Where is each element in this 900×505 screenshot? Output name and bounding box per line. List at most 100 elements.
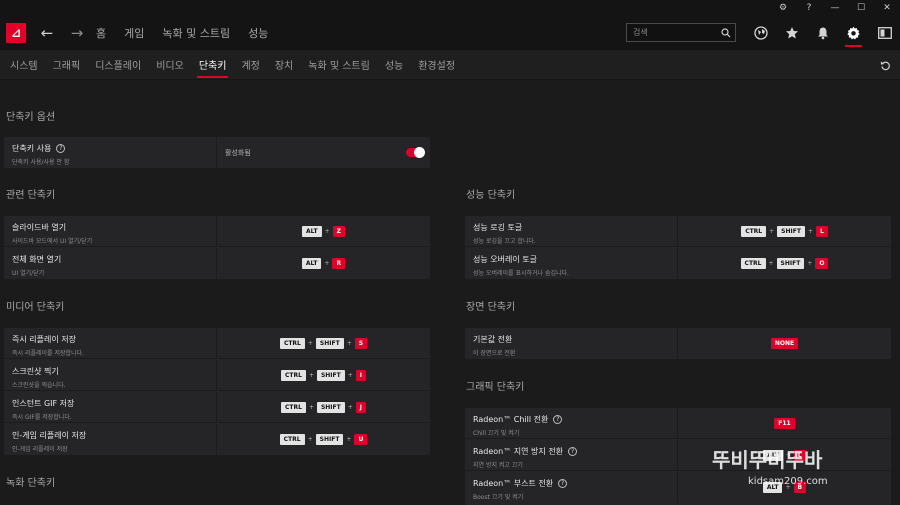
key-cap: U (354, 434, 368, 445)
hotkey-row: 인-게임 리플레이 저장 인-게임 리플레이 저장 CTRL + SHIFT + U (4, 424, 430, 455)
key-cap: R (332, 258, 346, 269)
hotkey-desc: 스크린샷을 찍습니다. (12, 382, 66, 389)
tab-performance[interactable]: 성능 (385, 50, 403, 80)
reset-icon[interactable] (878, 58, 892, 72)
hotkey-combo-button[interactable]: CTRL + SHIFT + I (217, 360, 430, 390)
globe-icon[interactable] (745, 16, 776, 50)
key-cap: ALT (301, 258, 322, 269)
related-card: 슬라이드바 열기 사이드바 모드에서 UI 열기/닫기 ALT + Z 전체 화면 … (4, 216, 430, 279)
tab-system[interactable]: 시스템 (10, 50, 38, 80)
hotkey-desc: 즉시 리플레이를 저장합니다. (12, 350, 84, 357)
performance-card: 성능 로깅 토글 성능 로깅을 끄고 합니다. CTRL + SHIFT + L 성능 … (465, 216, 891, 279)
hotkey-label: 성능 로깅 토글 (473, 223, 523, 232)
hotkey-label: Radeon™ 부스트 전환 (473, 479, 554, 488)
hotkey-label: Radeon™ 지연 방지 전환 (473, 447, 564, 456)
key-cap: S (354, 337, 368, 349)
key-cap: CTRL (280, 369, 306, 381)
hotkey-row: 즉시 리플레이 저장 즉시 리플레이를 저장합니다. CTRL + SHIFT + S (4, 328, 430, 359)
hotkey-desc: 성능 로깅을 끄고 합니다. (473, 238, 536, 245)
key-cap: CTRL (741, 225, 767, 237)
minimize-button[interactable]: — (822, 0, 848, 16)
nav-performance[interactable]: 성능 (248, 25, 268, 41)
key-cap: I (355, 369, 367, 381)
key-cap: L (815, 225, 828, 237)
bell-icon[interactable] (807, 16, 838, 50)
nav-record-stream[interactable]: 녹화 및 스트림 (162, 25, 230, 41)
hotkey-desc: 즉시 GIF를 저장합니다. (12, 414, 72, 421)
back-arrow-icon[interactable]: ← (32, 16, 62, 50)
hotkey-row: 성능 로깅 토글 성능 로깅을 끄고 합니다. CTRL + SHIFT + L (465, 216, 891, 247)
hotkey-row: 스크린샷 찍기 스크린샷을 찍습니다. CTRL + SHIFT + I (4, 360, 430, 391)
key-cap: SHIFT (776, 258, 805, 269)
amd-logo[interactable]: ⊿ (0, 16, 32, 50)
help-icon[interactable]: ? (56, 144, 66, 153)
hotkey-label: 성능 오버레이 토글 (473, 255, 537, 264)
tab-graphics[interactable]: 그래픽 (53, 50, 81, 80)
hotkey-label: Radeon™ Chill 전환 (473, 415, 549, 424)
hotkey-desc: 인-게임 리플레이 저장 (12, 446, 68, 453)
help-icon[interactable]: ? (568, 447, 578, 456)
hotkey-desc: 성능 오버레이를 표시하거나 숨깁니다. (473, 270, 569, 277)
section-title-related: 관련 단축키 (6, 190, 56, 201)
tab-display[interactable]: 디스플레이 (95, 50, 141, 80)
hotkey-combo-button[interactable]: NONE (678, 328, 891, 359)
help-icon[interactable]: ? (553, 415, 563, 424)
hotkey-row: 기본값 전환 이 장면으로 전환 NONE (465, 328, 891, 359)
hotkey-row: 성능 오버레이 토글 성능 오버레이를 표시하거나 숨깁니다. CTRL + SHI… (465, 248, 891, 279)
hotkey-desc: UI 열기/닫기 (12, 270, 45, 277)
key-cap: SHIFT (316, 369, 345, 381)
hotkey-row: 인스턴트 GIF 저장 즉시 GIF를 저장합니다. CTRL + SHIFT + J (4, 392, 430, 423)
hotkey-combo-button[interactable]: CTRL + SHIFT + J (217, 392, 430, 422)
key-cap: CTRL (280, 401, 306, 413)
help-icon[interactable]: ? (796, 0, 822, 16)
window-controls: ⚙ ? — ☐ ✕ (770, 0, 900, 16)
section-title-performance: 성능 단축키 (466, 190, 516, 201)
key-cap: ALT (302, 225, 322, 237)
tab-preferences[interactable]: 환경설정 (418, 50, 455, 80)
star-icon[interactable] (776, 16, 807, 50)
hotkey-combo-button[interactable]: ALT + Z (217, 216, 430, 246)
key-cap: F11 (774, 417, 795, 429)
nav-home[interactable]: 홈 (96, 25, 106, 41)
key-cap: SHIFT (315, 434, 344, 445)
section-title-media: 미디어 단축키 (6, 302, 65, 313)
tab-video[interactable]: 비디오 (156, 50, 184, 80)
gear-icon[interactable] (838, 16, 869, 50)
hotkey-enable-toggle[interactable] (406, 147, 425, 158)
hotkey-enable-label: 단축키 사용 (12, 144, 52, 153)
help-icon[interactable]: ? (558, 479, 568, 488)
search-box (626, 23, 736, 42)
nav-gaming[interactable]: 게임 (124, 25, 144, 41)
hotkey-combo-button[interactable]: ALT + R (217, 248, 430, 279)
bug-report-icon[interactable]: ⚙ (770, 0, 796, 16)
hotkey-label: 스크린샷 찍기 (12, 367, 59, 376)
sidebar-icon[interactable] (869, 16, 900, 50)
hotkey-combo-button[interactable]: CTRL + SHIFT + S (217, 328, 430, 358)
tab-hotkeys[interactable]: 단축키 (196, 50, 229, 80)
hotkey-label: 즉시 리플레이 저장 (12, 335, 76, 344)
hotkey-label: 인-게임 리플레이 저장 (12, 431, 87, 440)
tab-record-stream[interactable]: 녹화 및 스트림 (308, 50, 370, 80)
hotkey-combo-button[interactable]: CTRL + SHIFT + U (217, 424, 430, 455)
tab-devices[interactable]: 장치 (275, 50, 293, 80)
hotkey-desc: Chill 끄기 및 켜기 (473, 430, 520, 437)
close-button[interactable]: ✕ (874, 0, 900, 16)
hotkey-enable-status: 활성화됨 (225, 148, 251, 157)
hotkey-combo-button[interactable]: CTRL + SHIFT + L (678, 216, 891, 246)
maximize-button[interactable]: ☐ (848, 0, 874, 16)
top-icons (745, 16, 900, 50)
forward-arrow-icon[interactable]: → (62, 16, 92, 50)
hotkey-desc: 이 장면으로 전환 (473, 350, 516, 357)
top-navigation: ⊿ ← → 홈 게임 녹화 및 스트림 성능 (0, 16, 900, 50)
section-title-graphics: 그래픽 단축키 (466, 382, 525, 393)
search-icon[interactable] (717, 27, 735, 38)
hotkey-row: 전체 화면 열기 UI 열기/닫기 ALT + R (4, 248, 430, 279)
tab-account[interactable]: 계정 (241, 50, 259, 80)
search-input[interactable] (627, 24, 717, 41)
hotkey-combo-button[interactable]: CTRL + SHIFT + O (678, 248, 891, 279)
options-card: 단축키 사용? 단축키 사용/사용 안 함 활성화됨 (4, 137, 430, 168)
hotkey-desc: 사이드바 모드에서 UI 열기/닫기 (12, 238, 93, 245)
hotkey-combo-button[interactable]: F11 (678, 408, 891, 438)
section-title-options: 단축키 옵션 (6, 112, 56, 123)
amd-logo-icon: ⊿ (6, 23, 26, 43)
